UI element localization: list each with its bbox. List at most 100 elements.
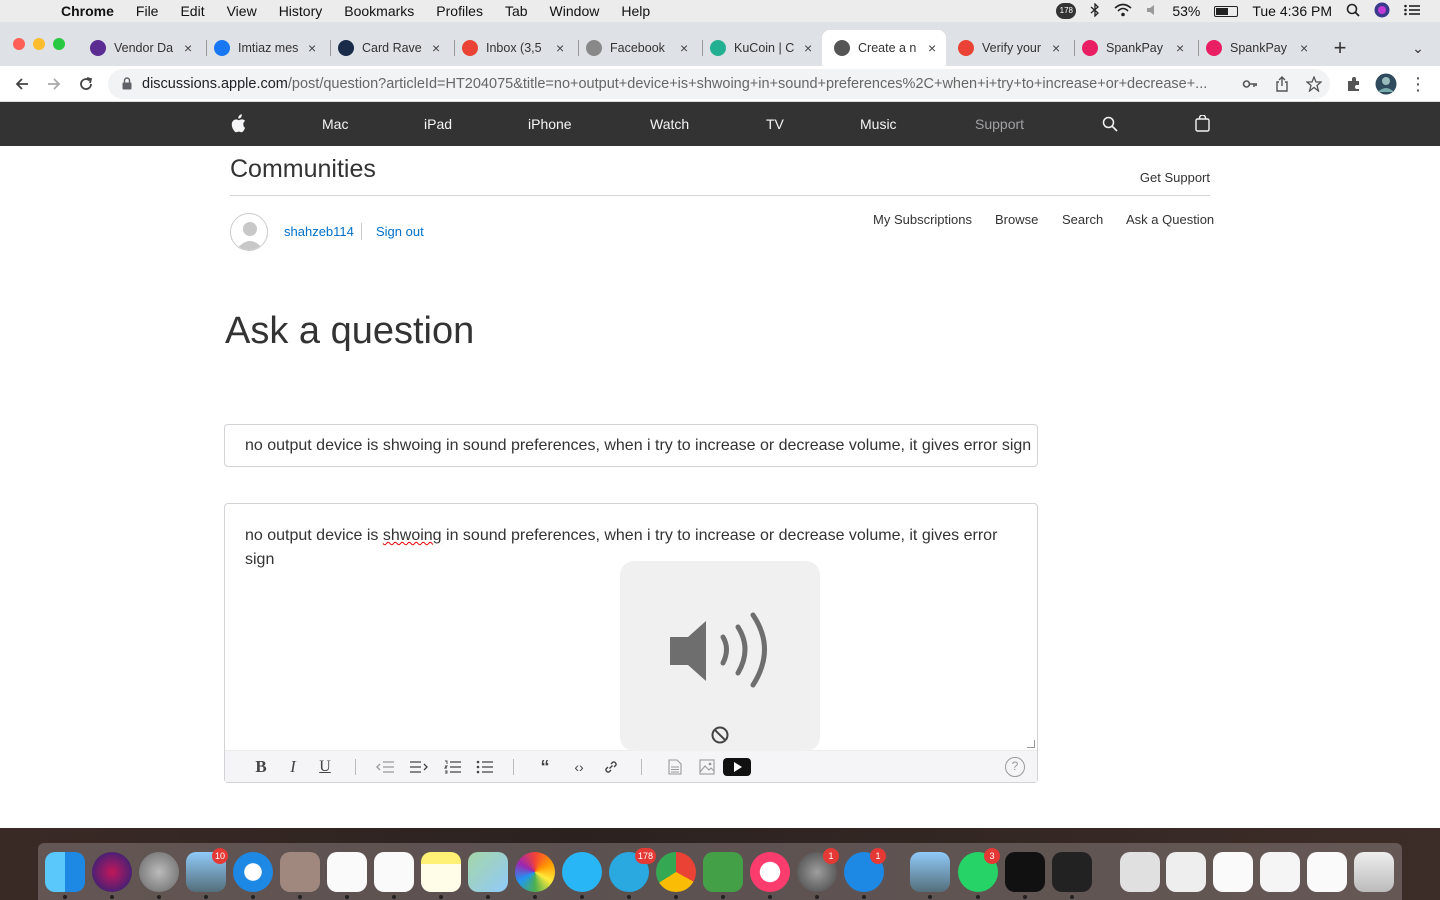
- new-tab-button[interactable]: +: [1328, 36, 1352, 60]
- indent-icon[interactable]: [407, 755, 431, 779]
- share-icon[interactable]: [1270, 72, 1294, 96]
- menu-clock[interactable]: Tue 4:36 PM: [1252, 3, 1332, 19]
- menu-app-name[interactable]: Chrome: [50, 0, 125, 22]
- gnav-music[interactable]: Music: [860, 102, 897, 146]
- battery-icon[interactable]: [1214, 5, 1239, 17]
- tab-close-icon[interactable]: ×: [1052, 40, 1060, 56]
- window-minimize-button[interactable]: [33, 38, 45, 50]
- link-icon[interactable]: [599, 755, 623, 779]
- browser-tab[interactable]: Imtiaz mes ×: [214, 34, 316, 62]
- tab-close-icon[interactable]: ×: [804, 40, 812, 56]
- ask-a-question-link[interactable]: Ask a Question: [1126, 212, 1214, 227]
- gnav-support[interactable]: Support: [975, 102, 1024, 146]
- tab-close-icon[interactable]: ×: [928, 40, 936, 56]
- blockquote-button[interactable]: “: [535, 755, 555, 779]
- maps-icon[interactable]: [468, 852, 508, 892]
- bookmark-star-icon[interactable]: [1302, 72, 1326, 96]
- chrome-window-thumbnail[interactable]: [1166, 852, 1206, 892]
- get-support-link[interactable]: Get Support: [1140, 170, 1210, 185]
- apple-logo-icon[interactable]: [230, 102, 246, 150]
- gnav-mac[interactable]: Mac: [322, 102, 348, 146]
- editor-resize-handle[interactable]: [1027, 740, 1035, 748]
- menu-profiles[interactable]: Profiles: [425, 0, 494, 22]
- itunes-icon[interactable]: [750, 852, 790, 892]
- tab-close-icon[interactable]: ×: [308, 40, 316, 56]
- chrome-dock-icon[interactable]: [656, 852, 696, 892]
- document-icon[interactable]: [1120, 852, 1160, 892]
- sign-out-link[interactable]: Sign out: [376, 224, 424, 239]
- back-arrow-icon[interactable]: [10, 72, 34, 96]
- outdent-icon[interactable]: [373, 755, 397, 779]
- gnav-bag-icon[interactable]: [1195, 102, 1210, 149]
- search-link[interactable]: Search: [1062, 212, 1103, 227]
- menu-edit[interactable]: Edit: [169, 0, 215, 22]
- my-subscriptions-link[interactable]: My Subscriptions: [873, 212, 972, 227]
- calendar-icon[interactable]: [327, 852, 367, 892]
- menu-tab[interactable]: Tab: [494, 0, 539, 22]
- window-thumbnail[interactable]: [1213, 852, 1253, 892]
- menu-help[interactable]: Help: [610, 0, 661, 22]
- menu-history[interactable]: History: [268, 0, 334, 22]
- browser-tab[interactable]: Vendor Da ×: [90, 34, 192, 62]
- spotlight-search-icon[interactable]: [1346, 3, 1360, 20]
- numbered-list-icon[interactable]: [441, 755, 465, 779]
- safari-icon[interactable]: [233, 852, 273, 892]
- siri-dock-icon[interactable]: [92, 852, 132, 892]
- window-close-button[interactable]: [13, 38, 25, 50]
- browser-tab[interactable]: SpankPay ×: [1082, 34, 1184, 62]
- browse-link[interactable]: Browse: [995, 212, 1038, 227]
- window-thumbnail[interactable]: [1260, 852, 1300, 892]
- notes-icon[interactable]: [421, 852, 461, 892]
- facetime-icon[interactable]: [703, 852, 743, 892]
- password-key-icon[interactable]: [1238, 72, 1262, 96]
- wifi-icon[interactable]: [1114, 3, 1132, 20]
- lock-icon[interactable]: [122, 77, 132, 90]
- username-link[interactable]: shahzeb114: [284, 224, 354, 239]
- piano-app-icon[interactable]: [1052, 852, 1092, 892]
- bulleted-list-icon[interactable]: [473, 755, 497, 779]
- finder-icon[interactable]: [45, 852, 85, 892]
- messages-icon[interactable]: [562, 852, 602, 892]
- browser-tab[interactable]: Card Rave ×: [338, 34, 440, 62]
- extensions-puzzle-icon[interactable]: [1342, 72, 1366, 96]
- launchpad-icon[interactable]: [139, 852, 179, 892]
- browser-tab[interactable]: Inbox (3,5 ×: [462, 34, 564, 62]
- browser-tab[interactable]: SpankPay ×: [1206, 34, 1308, 62]
- contacts-icon[interactable]: [280, 852, 320, 892]
- browser-tab[interactable]: Facebook ×: [586, 34, 688, 62]
- reminders-icon[interactable]: [374, 852, 414, 892]
- help-button[interactable]: ?: [1005, 757, 1025, 777]
- gnav-iphone[interactable]: iPhone: [528, 102, 572, 146]
- menu-view[interactable]: View: [216, 0, 268, 22]
- avatar[interactable]: [230, 213, 268, 251]
- forward-arrow-icon[interactable]: [42, 72, 66, 96]
- gnav-watch[interactable]: Watch: [650, 102, 689, 146]
- italic-button[interactable]: I: [283, 755, 303, 779]
- tab-close-icon[interactable]: ×: [680, 40, 688, 56]
- control-center-icon[interactable]: [1404, 3, 1420, 19]
- question-title-input[interactable]: no output device is shwoing in sound pre…: [224, 424, 1038, 467]
- browser-tab[interactable]: Verify your ×: [958, 34, 1060, 62]
- misspelled-word[interactable]: shwoing: [383, 527, 442, 544]
- gnav-tv[interactable]: TV: [766, 102, 784, 146]
- menu-bookmarks[interactable]: Bookmarks: [333, 0, 425, 22]
- window-thumbnail[interactable]: [1307, 852, 1347, 892]
- tab-close-icon[interactable]: ×: [556, 40, 564, 56]
- notification-count-icon[interactable]: 178: [1056, 3, 1077, 19]
- chrome-menu-icon[interactable]: ⋮: [1406, 72, 1430, 96]
- activity-monitor-icon[interactable]: [1005, 852, 1045, 892]
- browser-tab[interactable]: Create a n ×: [834, 34, 936, 62]
- menu-file[interactable]: File: [125, 0, 170, 22]
- window-zoom-button[interactable]: [53, 38, 65, 50]
- trash-icon[interactable]: [1354, 852, 1394, 892]
- address-bar[interactable]: discussions.apple.com/post/question?arti…: [108, 69, 1330, 99]
- bluetooth-icon[interactable]: [1090, 1, 1100, 20]
- tab-close-icon[interactable]: ×: [432, 40, 440, 56]
- menu-window[interactable]: Window: [539, 0, 611, 22]
- tab-close-icon[interactable]: ×: [1300, 40, 1308, 56]
- reload-icon[interactable]: [74, 72, 98, 96]
- tab-search-chevron-down-icon[interactable]: ⌄: [1406, 36, 1430, 60]
- underline-button[interactable]: U: [315, 755, 335, 779]
- tab-close-icon[interactable]: ×: [184, 40, 192, 56]
- communities-title[interactable]: Communities: [230, 155, 376, 184]
